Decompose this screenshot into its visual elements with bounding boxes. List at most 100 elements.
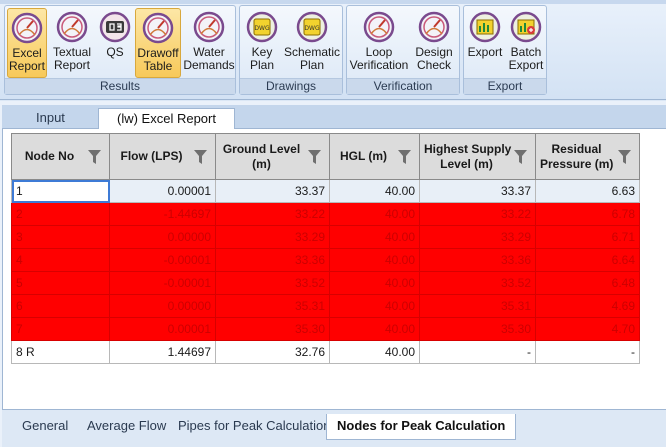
table-cell[interactable]: 5 [11, 271, 110, 295]
table-cell[interactable]: 7 [11, 317, 110, 341]
nodes-table: Node No Flow (LPS) Ground Level (m) HGL … [11, 133, 640, 364]
schematic-plan-button[interactable]: DWG Schematic Plan [284, 8, 340, 78]
tab-average-flow[interactable]: Average Flow [77, 414, 176, 440]
table-cell[interactable]: 0.00001 [109, 179, 216, 203]
column-header-highest-supply-level[interactable]: Highest Supply Level (m) [419, 133, 536, 180]
ribbon-group-label: Results [5, 78, 235, 94]
column-header-label: Flow (LPS) [120, 149, 183, 163]
table-cell[interactable]: 33.22 [419, 202, 536, 226]
tab-excel-report[interactable]: (lw) Excel Report [98, 108, 235, 130]
column-header-ground-level[interactable]: Ground Level (m) [215, 133, 330, 180]
pressure-gauge-icon [193, 11, 225, 43]
table-cell[interactable]: 6.48 [535, 271, 640, 295]
drawoff-table-button[interactable]: Drawoff Table [135, 8, 181, 78]
table-cell[interactable]: 1.44697 [109, 340, 216, 364]
table-cell[interactable]: 0.00001 [109, 317, 216, 341]
batch-export-icon [510, 11, 542, 43]
table-row[interactable]: 2 -1.44697 33.22 40.00 33.22 6.78 [11, 202, 640, 226]
table-cell[interactable]: 33.52 [419, 271, 536, 295]
tab-general[interactable]: General [12, 414, 78, 440]
table-cell[interactable]: 0.00000 [109, 294, 216, 318]
filter-funnel-icon[interactable] [88, 150, 101, 164]
table-row[interactable]: 1 0.00001 33.37 40.00 33.37 6.63 [11, 179, 640, 203]
textual-report-button[interactable]: Textual Report [49, 8, 95, 78]
design-check-button[interactable]: Design Check [411, 8, 457, 78]
table-row[interactable]: 8 R 1.44697 32.76 40.00 - - [11, 340, 640, 364]
batch-export-button[interactable]: Batch Export [506, 8, 546, 78]
table-cell[interactable]: 40.00 [329, 248, 420, 272]
column-header-node-no[interactable]: Node No [11, 133, 110, 180]
tab-input[interactable]: Input [18, 108, 83, 130]
table-cell[interactable]: 33.29 [419, 225, 536, 249]
table-cell[interactable]: 6.78 [535, 202, 640, 226]
table-cell[interactable]: -0.00001 [109, 248, 216, 272]
qs-button[interactable]: QS [97, 8, 133, 78]
table-cell[interactable]: 40.00 [329, 271, 420, 295]
table-cell[interactable]: 33.22 [215, 202, 330, 226]
table-cell[interactable]: 6 [11, 294, 110, 318]
ribbon: Excel Report Textual Report QS Drawoff T… [0, 0, 666, 100]
column-header-residual-pressure[interactable]: Residual Pressure (m) [535, 133, 640, 180]
table-cell[interactable]: 33.29 [215, 225, 330, 249]
design-check-label: Design Check [415, 45, 453, 72]
filter-funnel-icon[interactable] [194, 150, 207, 164]
table-cell[interactable]: 0.00000 [109, 225, 216, 249]
table-cell[interactable]: 40.00 [329, 202, 420, 226]
filter-funnel-icon[interactable] [514, 150, 527, 164]
table-cell[interactable]: -0.00001 [109, 271, 216, 295]
filter-funnel-icon[interactable] [618, 150, 631, 164]
table-cell[interactable]: - [419, 340, 536, 364]
pressure-gauge-icon [418, 11, 450, 43]
table-cell[interactable]: 6.71 [535, 225, 640, 249]
ribbon-group-export: Export Batch Export Export [463, 5, 547, 95]
table-cell-selected[interactable]: 1 [11, 179, 110, 203]
water-demands-label: Water Demands [183, 45, 235, 72]
table-cell[interactable]: 35.30 [419, 317, 536, 341]
table-row[interactable]: 6 0.00000 35.31 40.00 35.31 4.69 [11, 294, 640, 318]
table-cell[interactable]: 33.36 [419, 248, 536, 272]
schematic-plan-label: Schematic Plan [284, 45, 341, 72]
table-cell[interactable]: 40.00 [329, 225, 420, 249]
table-cell[interactable]: 40.00 [329, 179, 420, 203]
table-cell[interactable]: 35.31 [215, 294, 330, 318]
table-cell[interactable]: 3 [11, 225, 110, 249]
table-cell[interactable]: - [535, 340, 640, 364]
table-row[interactable]: 4 -0.00001 33.36 40.00 33.36 6.64 [11, 248, 640, 272]
table-cell[interactable]: 8 R [11, 340, 110, 364]
table-cell[interactable]: 40.00 [329, 317, 420, 341]
pressure-gauge-icon [56, 11, 88, 43]
column-header-flow[interactable]: Flow (LPS) [109, 133, 216, 180]
column-header-hgl[interactable]: HGL (m) [329, 133, 420, 180]
key-plan-button[interactable]: DWG Key Plan [242, 8, 282, 78]
filter-funnel-icon[interactable] [308, 150, 321, 164]
column-header-label: Residual Pressure (m) [540, 141, 614, 171]
dwg-file-icon: DWG [246, 11, 278, 43]
table-cell[interactable]: 33.37 [215, 179, 330, 203]
table-cell[interactable]: 33.37 [419, 179, 536, 203]
export-button[interactable]: Export [466, 8, 504, 78]
table-cell[interactable]: 40.00 [329, 294, 420, 318]
table-cell[interactable]: 35.30 [215, 317, 330, 341]
table-cell[interactable]: 4.69 [535, 294, 640, 318]
table-cell[interactable]: 33.52 [215, 271, 330, 295]
table-cell[interactable]: 6.63 [535, 179, 640, 203]
loop-verification-button[interactable]: Loop Verification [349, 8, 409, 78]
table-cell[interactable]: 4 [11, 248, 110, 272]
table-cell[interactable]: 2 [11, 202, 110, 226]
textual-report-label: Textual Report [52, 45, 92, 72]
tab-pipes-peak[interactable]: Pipes for Peak Calculation [168, 414, 340, 440]
table-row[interactable]: 3 0.00000 33.29 40.00 33.29 6.71 [11, 225, 640, 249]
tab-nodes-peak[interactable]: Nodes for Peak Calculation [326, 414, 517, 440]
table-cell[interactable]: -1.44697 [109, 202, 216, 226]
filter-funnel-icon[interactable] [398, 150, 411, 164]
table-cell[interactable]: 32.76 [215, 340, 330, 364]
table-cell[interactable]: 40.00 [329, 340, 420, 364]
table-row[interactable]: 7 0.00001 35.30 40.00 35.30 4.70 [11, 317, 640, 341]
table-row[interactable]: 5 -0.00001 33.52 40.00 33.52 6.48 [11, 271, 640, 295]
table-cell[interactable]: 33.36 [215, 248, 330, 272]
table-cell[interactable]: 4.70 [535, 317, 640, 341]
table-cell[interactable]: 6.64 [535, 248, 640, 272]
water-demands-button[interactable]: Water Demands [183, 8, 235, 78]
table-cell[interactable]: 35.31 [419, 294, 536, 318]
excel-report-button[interactable]: Excel Report [7, 8, 47, 78]
